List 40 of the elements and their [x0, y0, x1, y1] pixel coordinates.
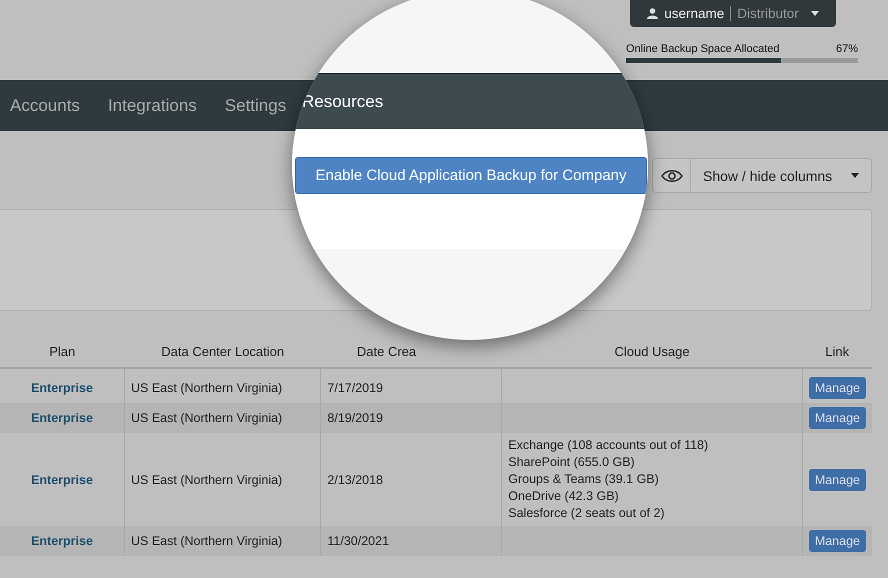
caret-icon: [810, 11, 819, 16]
column-header: Link: [825, 344, 850, 358]
caret-icon: [851, 173, 859, 178]
manage-button[interactable]: Manage: [808, 407, 866, 429]
nav-tab[interactable]: Integrations: [108, 96, 197, 116]
usage-text: Groups & Teams (39.1 GB): [508, 471, 660, 488]
nav-tab[interactable]: Settings: [224, 96, 286, 116]
eye-icon: [660, 170, 682, 182]
usage-text: SharePoint (655.0 GB): [508, 454, 636, 471]
eye-button[interactable]: [652, 158, 690, 193]
column-header: Data Center Location: [161, 344, 284, 358]
date-text: 11/30/2021: [327, 534, 390, 548]
plan-link[interactable]: Enterprise: [31, 381, 93, 395]
storage-label: Online Backup Space Allocated: [626, 43, 780, 55]
location-text: US East (Northern Virginia): [131, 411, 282, 425]
date-text: 2/13/2018: [327, 472, 383, 486]
nav-tab[interactable]: Accounts: [10, 96, 80, 116]
show-hide-columns-button[interactable]: Show / hide columns: [690, 158, 872, 193]
column-header: Cloud Usage: [614, 344, 690, 358]
location-text: US East (Northern Virginia): [131, 534, 282, 548]
date-text: 8/19/2019: [327, 411, 383, 425]
date-text: 7/17/2019: [327, 381, 383, 395]
usage-text: Salesforce (2 seats out of 2): [508, 505, 666, 522]
manage-button[interactable]: Manage: [808, 377, 866, 399]
nav-tab[interactable]: Resources: [302, 92, 384, 112]
column-header: Plan: [49, 344, 76, 358]
storage-percent: 67%: [836, 43, 858, 55]
column-header: Date Crea: [356, 344, 416, 358]
manage-button[interactable]: Manage: [808, 530, 866, 552]
user-icon: [647, 8, 658, 19]
role-label: Distributor: [737, 6, 799, 21]
enable-backup-button[interactable]: Enable Cloud Application Backup for Company: [295, 157, 647, 194]
usage-text: OneDrive (42.3 GB): [508, 488, 620, 505]
manage-button[interactable]: Manage: [808, 468, 866, 490]
plan-link[interactable]: Enterprise: [31, 472, 93, 486]
location-text: US East (Northern Virginia): [131, 381, 282, 395]
username-label: username: [664, 6, 724, 21]
usage-text: Exchange (108 accounts out of 118): [508, 437, 710, 454]
user-menu-button[interactable]: username Distributor: [630, 0, 836, 27]
location-text: US East (Northern Virginia): [131, 472, 282, 486]
